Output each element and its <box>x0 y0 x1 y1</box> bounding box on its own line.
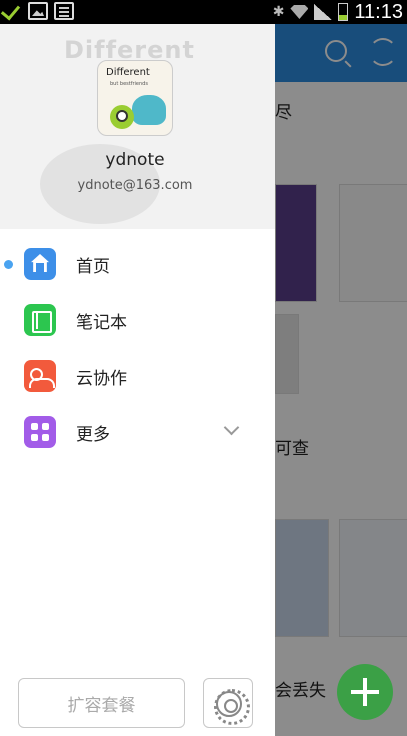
background-app[interactable]: 尽 可查 会丢失 <box>275 24 407 736</box>
add-note-button[interactable] <box>337 664 393 720</box>
home-icon <box>24 248 56 280</box>
wifi-icon <box>290 5 309 19</box>
username: ydnote <box>105 150 165 170</box>
calculator-icon <box>54 2 74 20</box>
status-bar: ✱ 11:13 <box>0 0 407 24</box>
drawer-menu: 首页 笔记本 云协作 更多 <box>0 236 275 460</box>
gear-icon <box>214 689 250 725</box>
more-grid-icon <box>24 416 56 448</box>
notebook-icon <box>24 304 56 336</box>
chevron-down-icon[interactable] <box>223 419 240 436</box>
avatar-subcaption: but bestfriends <box>110 81 148 87</box>
menu-item-label: 更多 <box>76 424 110 445</box>
settings-button[interactable] <box>203 678 253 728</box>
scrim-overlay[interactable] <box>275 24 407 736</box>
battery-icon <box>338 3 349 21</box>
drawer-header: Different Different but bestfriends ydno… <box>0 24 275 229</box>
menu-item-collaboration[interactable]: 云协作 <box>0 348 275 404</box>
avatar-monster-art <box>132 95 166 125</box>
upgrade-plan-button[interactable]: 扩容套餐 <box>18 678 185 728</box>
user-email: ydnote@163.com <box>77 178 193 193</box>
notification-icons <box>2 2 74 20</box>
menu-item-label: 云协作 <box>76 368 127 389</box>
menu-item-label: 首页 <box>76 256 110 277</box>
menu-item-more[interactable]: 更多 <box>0 404 275 460</box>
collaboration-icon <box>24 360 56 392</box>
active-indicator <box>4 260 13 269</box>
drawer-footer: 扩容套餐 <box>0 672 275 732</box>
menu-item-home[interactable]: 首页 <box>0 236 275 292</box>
avatar-monster-art <box>110 105 134 129</box>
image-icon <box>28 2 48 20</box>
bluetooth-icon: ✱ <box>272 4 285 20</box>
avatar-caption: Different <box>106 67 150 78</box>
system-icons: ✱ 11:13 <box>273 0 403 24</box>
menu-item-notebook[interactable]: 笔记本 <box>0 292 275 348</box>
navigation-drawer: Different Different but bestfriends ydno… <box>0 24 275 736</box>
avatar[interactable]: Different but bestfriends <box>97 60 173 136</box>
menu-item-label: 笔记本 <box>76 312 127 333</box>
download-done-icon <box>2 2 22 20</box>
clock: 11:13 <box>354 0 403 23</box>
signal-icon <box>314 4 333 20</box>
